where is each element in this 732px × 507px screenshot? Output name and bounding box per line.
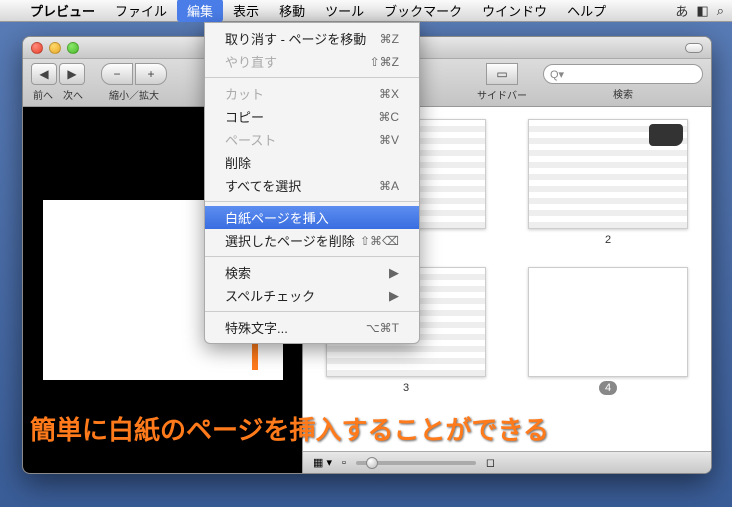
menu-delete-selected-page[interactable]: 選択したページを削除⇧⌘⌫ [205,229,419,252]
input-menu-icon[interactable]: あ [675,1,688,20]
zoom-in-button[interactable]: + [135,63,167,85]
menu-tools[interactable]: ツール [315,0,374,22]
slider-large-icon: ◻ [486,456,495,469]
sidebar-group: ▭ サイドバー [477,63,527,102]
menu-copy[interactable]: コピー⌘C [205,105,419,128]
menu-find[interactable]: 検索▶ [205,261,419,284]
submenu-arrow-icon: ▶ [389,265,399,281]
thumbnail-number: 2 [599,233,617,247]
thumbnail[interactable]: 4 [517,267,699,395]
menu-bookmarks[interactable]: ブックマーク [374,0,472,22]
submenu-arrow-icon: ▶ [389,288,399,304]
menu-help[interactable]: ヘルプ [557,0,616,22]
menu-edit[interactable]: 編集 [177,0,223,22]
thumbnail-number: 4 [599,381,617,395]
menu-go[interactable]: 移動 [269,0,315,22]
menu-window[interactable]: ウインドウ [472,0,557,22]
zoom-out-button[interactable]: − [101,63,133,85]
nav-label: 前へ 次へ [33,87,83,102]
minimize-button[interactable] [49,42,61,54]
search-input[interactable]: Q▾ [543,64,703,84]
sidebar-bottom-bar: ▦ ▾ ▫ ◻ [303,451,711,473]
menu-view[interactable]: 表示 [223,0,269,22]
menu-separator [205,201,419,202]
slider-knob[interactable] [366,457,378,469]
annotation-text: 簡単に白紙のページを挿入することができる [30,410,549,447]
menubar-extras: あ ◧ ⌕ [675,1,724,20]
thumbnail-image [528,119,688,229]
slider-small-icon: ▫ [342,457,346,469]
menu-paste: ペースト⌘V [205,128,419,151]
edit-menu-dropdown: 取り消す - ページを移動⌘Z やり直す⇧⌘Z カット⌘X コピー⌘C ペースト… [204,22,420,344]
sidebar-toggle-button[interactable]: ▭ [486,63,518,85]
app-menu[interactable]: プレビュー [20,0,105,22]
menu-separator [205,77,419,78]
menu-spelling[interactable]: スペルチェック▶ [205,284,419,307]
thumbnail-number: 3 [397,381,415,395]
zoom-button[interactable] [67,42,79,54]
zoom-group: − + 縮小／拡大 [101,63,167,102]
menu-special-characters[interactable]: 特殊文字...⌥⌘T [205,316,419,339]
system-menubar: プレビュー ファイル 編集 表示 移動 ツール ブックマーク ウインドウ ヘルプ… [0,0,732,22]
menu-separator [205,256,419,257]
thumbnail-size-slider[interactable] [356,461,476,465]
menu-file[interactable]: ファイル [105,0,177,22]
menu-separator [205,311,419,312]
search-group: Q▾ 検索 [543,64,703,101]
search-label: 検索 [613,86,633,101]
spotlight-icon[interactable]: ⌕ [717,3,724,19]
menu-undo[interactable]: 取り消す - ページを移動⌘Z [205,27,419,50]
menu-cut: カット⌘X [205,82,419,105]
next-page-button[interactable]: ▶ [59,63,85,85]
search-icon: Q▾ [550,68,564,81]
battery-icon[interactable]: ◧ [696,3,708,19]
zoom-label: 縮小／拡大 [109,87,159,102]
toolbar-toggle-button[interactable] [685,43,703,53]
sidebar-label: サイドバー [477,87,527,102]
menu-select-all[interactable]: すべてを選択⌘A [205,174,419,197]
traffic-lights [31,42,79,54]
nav-group: ◀ ▶ 前へ 次へ [31,63,85,102]
thumbnail[interactable]: 2 [517,119,699,247]
menu-redo: やり直す⇧⌘Z [205,50,419,73]
view-mode-icon[interactable]: ▦ ▾ [313,456,332,469]
menu-delete[interactable]: 削除 [205,151,419,174]
thumbnail-image [528,267,688,377]
menu-insert-blank-page[interactable]: 白紙ページを挿入 [205,206,419,229]
prev-page-button[interactable]: ◀ [31,63,57,85]
close-button[interactable] [31,42,43,54]
